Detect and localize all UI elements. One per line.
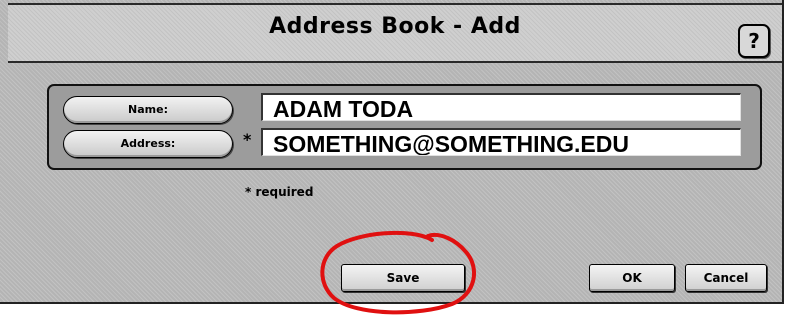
name-input[interactable]: ADAM TODA	[261, 93, 741, 121]
cancel-button[interactable]: Cancel	[685, 264, 767, 292]
required-marker: *	[243, 130, 252, 149]
address-input[interactable]: SOMETHING@SOMETHING.EDU	[261, 128, 741, 156]
address-field-button[interactable]: Address:	[63, 130, 233, 158]
help-button[interactable]: ?	[738, 24, 770, 58]
address-book-add-dialog: Address Book - Add ? Name: Address: * AD…	[0, 0, 784, 304]
name-field-button[interactable]: Name:	[63, 96, 233, 124]
ok-button[interactable]: OK	[589, 264, 675, 292]
title-bar: Address Book - Add ?	[8, 3, 782, 63]
save-button[interactable]: Save	[341, 264, 465, 292]
address-form-panel: Name: Address: * ADAM TODA SOMETHING@SOM…	[47, 84, 762, 170]
window-title: Address Book - Add	[269, 14, 521, 39]
required-note: * required	[245, 185, 314, 199]
help-icon: ?	[748, 29, 760, 53]
